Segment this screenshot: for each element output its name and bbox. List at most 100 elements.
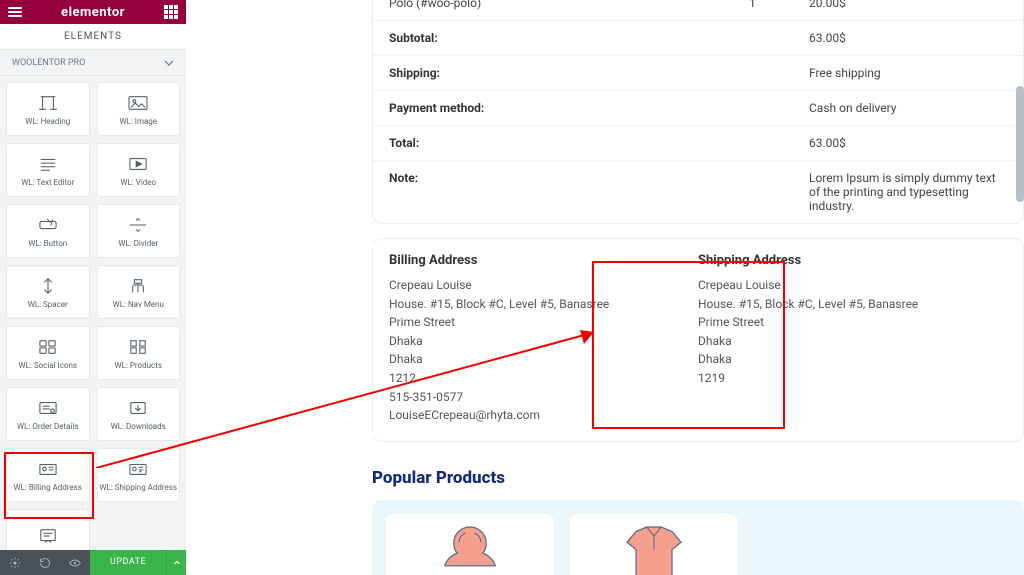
- popular-title: Popular Products: [372, 468, 1024, 488]
- widget-label: WL: Video: [120, 178, 156, 187]
- widget-text[interactable]: WL: Text Editor: [6, 143, 90, 197]
- order-total-row: Payment method:Cash on delivery: [373, 91, 1023, 126]
- popular-products-section: Popular Products: [372, 468, 1024, 575]
- item-amount: 20.00$: [793, 0, 1023, 21]
- widget-orderdetails[interactable]: WL: Order Details: [6, 387, 90, 441]
- total-label: Note:: [373, 161, 793, 224]
- addresses-widget: Billing Address Crepeau LouiseHouse. #15…: [372, 238, 1024, 442]
- total-label: Subtotal:: [373, 21, 793, 56]
- widget-label: WL: Divider: [118, 239, 158, 248]
- navmenu-icon: [127, 276, 149, 296]
- widget-navmenu[interactable]: WL: Nav Menu: [97, 265, 181, 319]
- total-label: Total:: [373, 126, 793, 161]
- widget-products[interactable]: WL: Products: [97, 326, 181, 380]
- settings-icon[interactable]: [0, 550, 30, 575]
- notes-icon: [37, 526, 59, 546]
- product-card[interactable]: [386, 514, 554, 575]
- address-line: Prime Street: [698, 313, 1007, 332]
- widget-label: WL: Shipping Address: [99, 483, 177, 492]
- widget-label: WL: Text Editor: [21, 178, 74, 187]
- image-icon: [127, 93, 149, 113]
- section-label: WOOLENTOR PRO: [12, 58, 85, 68]
- shipping-title: Shipping Address: [698, 253, 1007, 268]
- address-line: 1219: [698, 369, 1007, 388]
- address-line: Dhaka: [698, 350, 1007, 369]
- brand-logo: elementor: [61, 5, 125, 20]
- menu-icon[interactable]: [8, 7, 22, 17]
- item-qty: 1: [733, 0, 793, 21]
- page-preview: Long Sleeve Tee (#woo-long-sleeve-tee)12…: [186, 0, 1024, 575]
- address-line: House. #15, Block #C, Level #5, Banasree: [389, 295, 698, 314]
- widget-label: WL: Heading: [25, 117, 70, 126]
- order-total-row: Shipping:Free shipping: [373, 56, 1023, 91]
- product-row: [372, 500, 1024, 575]
- downloads-icon: [127, 398, 149, 418]
- billing-title: Billing Address: [389, 253, 698, 268]
- widget-video[interactable]: WL: Video: [97, 143, 181, 197]
- total-value: Lorem Ipsum is simply dummy text of the …: [793, 161, 1023, 224]
- address-line: Dhaka: [389, 350, 698, 369]
- address-line: 515-351-0577: [389, 388, 698, 407]
- widget-label: WL: Order Details: [17, 422, 78, 431]
- address-line: House. #15, Block #C, Level #5, Banasree: [698, 295, 1007, 314]
- widget-heading[interactable]: WL: Heading: [6, 82, 90, 136]
- widget-shipping[interactable]: WL: Shipping Address: [97, 448, 181, 502]
- preview-icon[interactable]: [60, 550, 90, 575]
- order-details-widget: Long Sleeve Tee (#woo-long-sleeve-tee)12…: [372, 0, 1024, 224]
- billing-lines: Crepeau LouiseHouse. #15, Block #C, Leve…: [389, 276, 698, 425]
- widget-downloads[interactable]: WL: Downloads: [97, 387, 181, 441]
- button-icon: [37, 215, 59, 235]
- order-total-row: Subtotal:63.00$: [373, 21, 1023, 56]
- widget-social[interactable]: WL: Social Icons: [6, 326, 90, 380]
- widget-label: WL: Products: [115, 361, 162, 370]
- widget-label: WL: Billing Address: [14, 483, 82, 492]
- widget-label: WL: Image: [119, 117, 157, 126]
- address-line: Crepeau Louise: [698, 276, 1007, 295]
- widget-label: WL: Nav Menu: [113, 300, 164, 309]
- order-item-row: Polo (#woo-polo)120.00$: [373, 0, 1023, 21]
- update-caret-icon[interactable]: [166, 550, 186, 575]
- widget-button[interactable]: WL: Button: [6, 204, 90, 258]
- address-line: Dhaka: [698, 332, 1007, 351]
- scrollbar[interactable]: [1016, 86, 1024, 202]
- apps-icon[interactable]: [164, 5, 178, 19]
- address-line: Prime Street: [389, 313, 698, 332]
- billing-address-column: Billing Address Crepeau LouiseHouse. #15…: [389, 253, 698, 425]
- widget-spacer[interactable]: WL: Spacer: [6, 265, 90, 319]
- sidebar-footer: UPDATE: [0, 550, 186, 575]
- total-value: Cash on delivery: [793, 91, 1023, 126]
- total-value: Free shipping: [793, 56, 1023, 91]
- widget-billing[interactable]: WL: Billing Address: [6, 448, 90, 502]
- widget-label: WL: Button: [28, 239, 67, 248]
- shipping-icon: [127, 459, 149, 479]
- sidebar-tab-elements[interactable]: ELEMENTS: [0, 24, 186, 50]
- orderdetails-icon: [37, 398, 59, 418]
- widget-label: WL: Spacer: [28, 300, 68, 309]
- widgets-grid: WL: Heading WL: Image WL: Text Editor WL: V…: [0, 76, 186, 550]
- history-icon[interactable]: [30, 550, 60, 575]
- products-icon: [127, 337, 149, 357]
- address-line: LouiseECrepeau@rhyta.com: [389, 406, 698, 425]
- section-woolentor-pro[interactable]: WOOLENTOR PRO: [0, 50, 186, 76]
- address-line: Dhaka: [389, 332, 698, 351]
- video-icon: [127, 154, 149, 174]
- widget-image[interactable]: WL: Image: [97, 82, 181, 136]
- sidebar-header: elementor: [0, 0, 186, 24]
- heading-icon: [37, 93, 59, 113]
- widget-label: WL: Social Icons: [18, 361, 77, 370]
- widget-notes[interactable]: [6, 509, 90, 550]
- spacer-icon: [37, 276, 59, 296]
- order-total-row: Total:63.00$: [373, 126, 1023, 161]
- shipping-address-column: Shipping Address Crepeau LouiseHouse. #1…: [698, 253, 1007, 425]
- social-icon: [37, 337, 59, 357]
- total-value: 63.00$: [793, 126, 1023, 161]
- update-button[interactable]: UPDATE: [90, 550, 166, 575]
- text-icon: [37, 154, 59, 174]
- widget-divider[interactable]: WL: Divider: [97, 204, 181, 258]
- total-label: Shipping:: [373, 56, 793, 91]
- address-line: Crepeau Louise: [389, 276, 698, 295]
- total-value: 63.00$: [793, 21, 1023, 56]
- item-name: Polo (#woo-polo): [373, 0, 733, 21]
- product-card[interactable]: [570, 514, 738, 575]
- elementor-sidebar: elementor ELEMENTS WOOLENTOR PRO WL: Hea…: [0, 0, 186, 575]
